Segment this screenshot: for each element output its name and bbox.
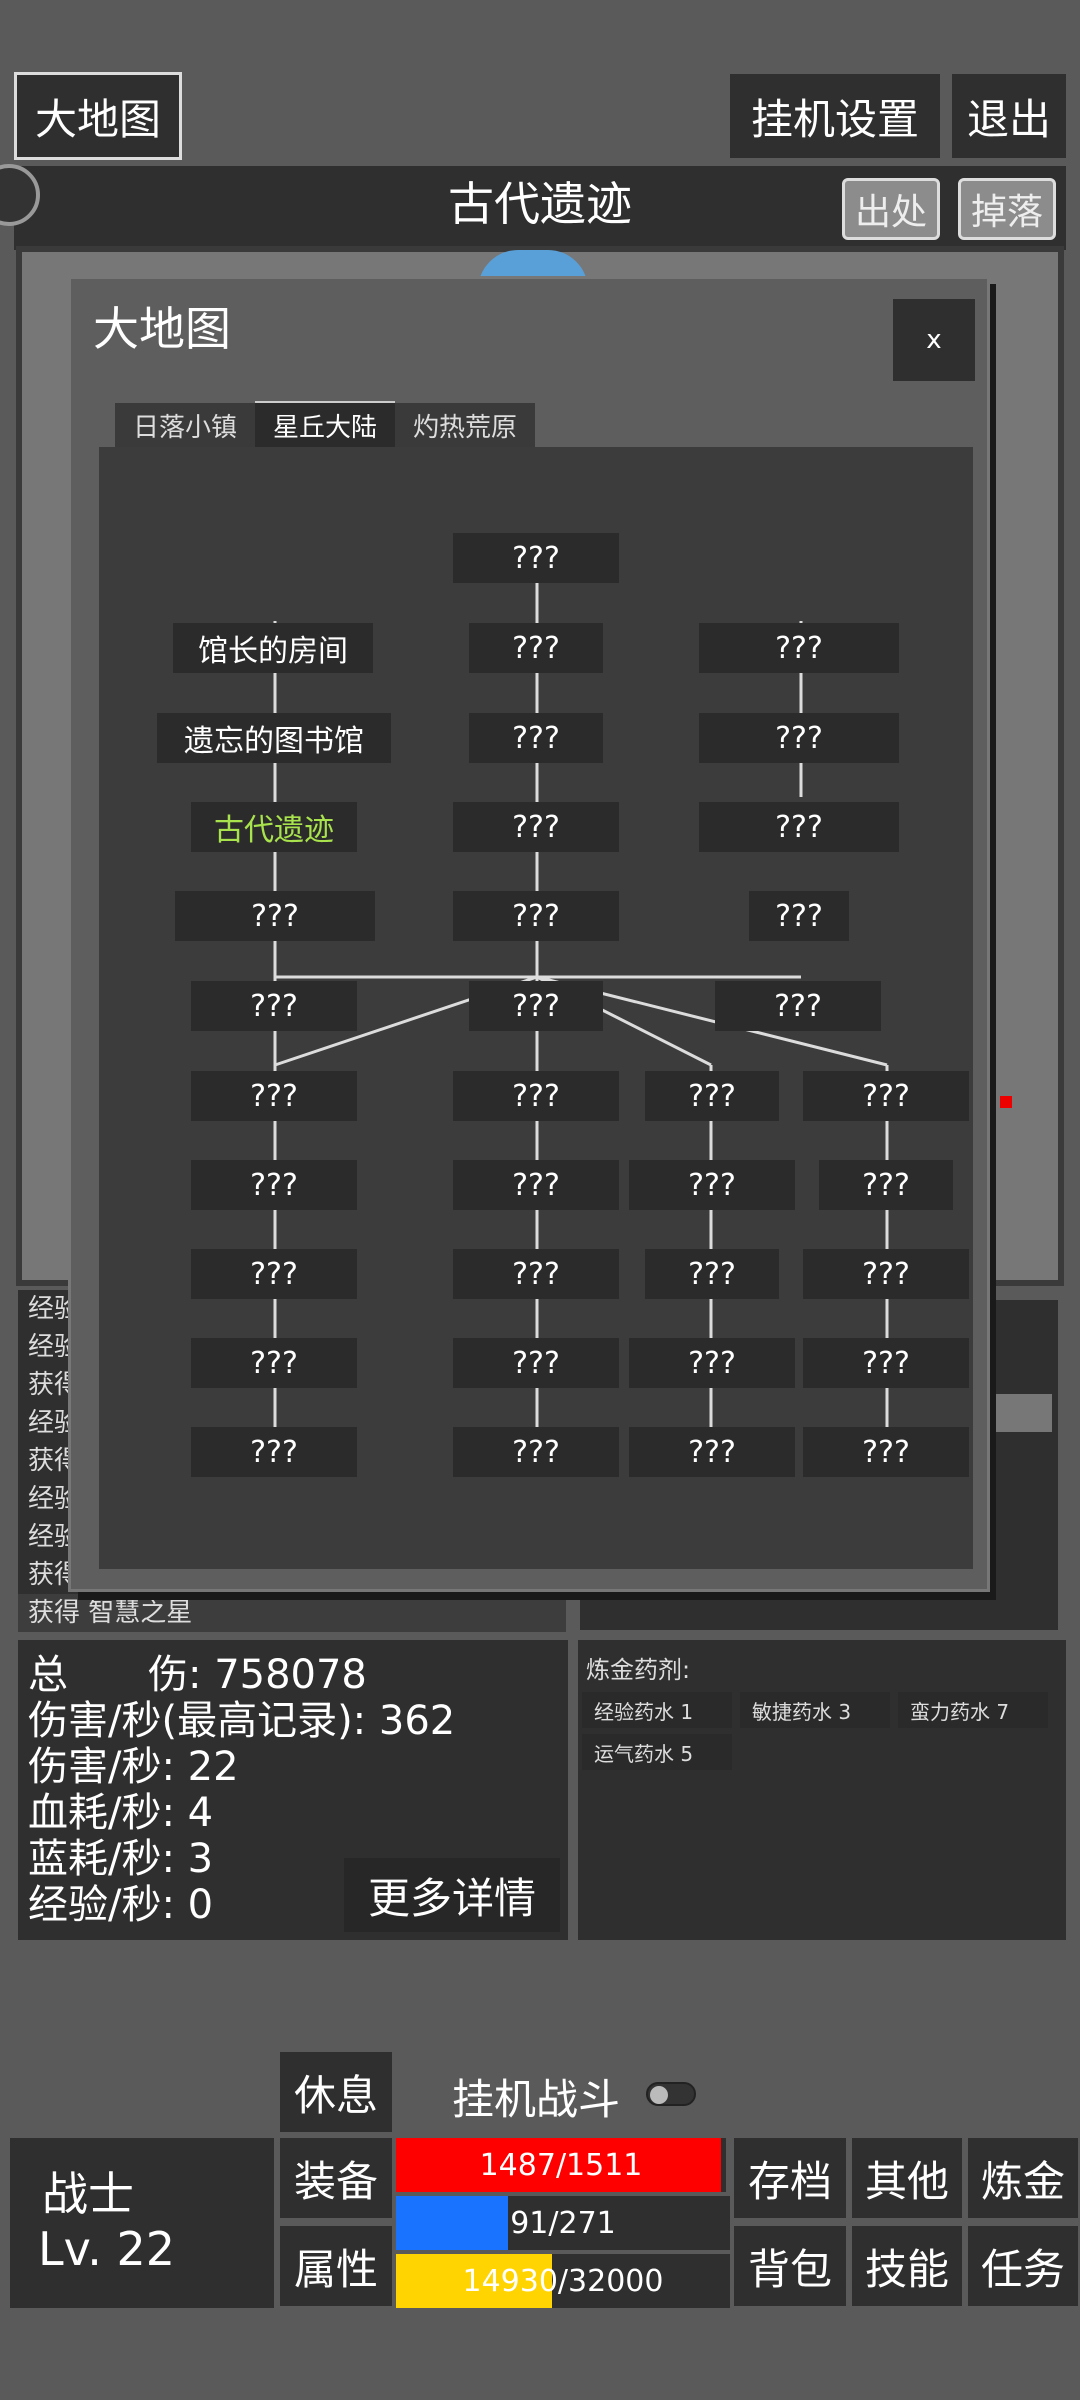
map-node-unknown[interactable]: ???	[453, 1160, 619, 1210]
drops-button[interactable]: 掉落	[958, 178, 1056, 240]
map-node-unknown[interactable]: ???	[175, 891, 375, 941]
map-node-ancient-ruins-current[interactable]: 古代遗迹	[191, 802, 357, 852]
hp-marker	[1000, 1096, 1012, 1108]
side-panel-bar	[990, 1394, 1052, 1432]
potion-luck[interactable]: 运气药水 5	[582, 1734, 732, 1770]
map-node-unknown[interactable]: ???	[645, 1071, 779, 1121]
map-dialog: 大地图 x 日落小镇 星丘大陆 灼热荒原 ??? 馆长的房间 ??? ??? 遗…	[68, 276, 990, 1592]
hp-bar: 1487/1511	[396, 2138, 726, 2192]
rest-button[interactable]: 休息	[280, 2052, 392, 2132]
map-node-hub[interactable]: ???	[469, 981, 603, 1031]
map-node-unknown[interactable]: ???	[803, 1071, 969, 1121]
character-level: Lv. 22	[38, 2222, 176, 2276]
afk-settings-button[interactable]: 挂机设置	[730, 74, 940, 158]
tab-scorching-wasteland[interactable]: 灼热荒原	[395, 403, 535, 447]
map-node-unknown[interactable]: ???	[469, 713, 603, 763]
quests-button[interactable]: 任务	[968, 2226, 1078, 2306]
alchemy-title: 炼金药剂:	[586, 1656, 691, 1684]
map-node-unknown[interactable]: ???	[629, 1160, 795, 1210]
map-node-unknown[interactable]: ???	[453, 1427, 619, 1477]
close-icon[interactable]: x	[893, 299, 975, 381]
save-button[interactable]: 存档	[734, 2138, 846, 2218]
potion-agility[interactable]: 敏捷药水 3	[740, 1692, 890, 1728]
exp-bar: 14930/32000	[396, 2254, 730, 2308]
map-node-unknown[interactable]: ???	[699, 713, 899, 763]
equipment-button[interactable]: 装备	[280, 2138, 392, 2218]
map-node-unknown[interactable]: ???	[629, 1338, 795, 1388]
skills-button[interactable]: 技能	[852, 2226, 962, 2306]
toggle-knob	[650, 2086, 668, 2104]
map-node-unknown[interactable]: ???	[749, 891, 849, 941]
map-node-unknown[interactable]: ???	[453, 1338, 619, 1388]
map-node-unknown[interactable]: ???	[469, 623, 603, 673]
map-node-unknown[interactable]: ???	[715, 981, 881, 1031]
map-node-unknown[interactable]: ???	[803, 1427, 969, 1477]
exp-bar-text: 14930/32000	[462, 2263, 664, 2299]
map-canvas: ??? 馆长的房间 ??? ??? 遗忘的图书馆 ??? ??? 古代遗迹 ??…	[99, 447, 973, 1569]
world-map-button[interactable]: 大地图	[14, 72, 182, 160]
map-node-unknown[interactable]: ???	[191, 1427, 357, 1477]
map-node-curators-room[interactable]: 馆长的房间	[173, 623, 373, 673]
map-node-unknown[interactable]: ???	[803, 1338, 969, 1388]
more-details-button[interactable]: 更多详情	[344, 1858, 560, 1932]
tab-star-hill-continent[interactable]: 星丘大陆	[255, 401, 395, 447]
map-node-unknown[interactable]: ???	[191, 1071, 357, 1121]
potion-exp[interactable]: 经验药水 1	[582, 1692, 732, 1728]
map-node-unknown[interactable]: ???	[645, 1249, 779, 1299]
hp-bar-text: 1487/1511	[479, 2147, 643, 2183]
alchemy-panel	[578, 1640, 1066, 1940]
map-node-unknown[interactable]: ???	[453, 1249, 619, 1299]
location-title: 古代遗迹	[448, 177, 632, 231]
afk-battle-label: 挂机战斗	[452, 2075, 621, 2124]
source-button[interactable]: 出处	[842, 178, 940, 240]
map-node-unknown[interactable]: ???	[699, 802, 899, 852]
map-node-unknown[interactable]: ???	[803, 1249, 969, 1299]
afk-battle-toggle[interactable]	[646, 2082, 696, 2106]
map-node-unknown[interactable]: ???	[191, 1249, 357, 1299]
attributes-button[interactable]: 属性	[280, 2226, 392, 2306]
map-dialog-title: 大地图	[93, 302, 231, 356]
map-node-unknown[interactable]: ???	[453, 891, 619, 941]
map-node-unknown[interactable]: ???	[453, 533, 619, 583]
map-node-unknown[interactable]: ???	[191, 1160, 357, 1210]
map-node-unknown[interactable]: ???	[191, 981, 357, 1031]
alchemy-button[interactable]: 炼金	[968, 2138, 1078, 2218]
map-node-unknown[interactable]: ???	[819, 1160, 953, 1210]
map-node-forgotten-library[interactable]: 遗忘的图书馆	[157, 713, 391, 763]
map-node-unknown[interactable]: ???	[453, 1071, 619, 1121]
map-node-unknown[interactable]: ???	[191, 1338, 357, 1388]
character-class: 战士	[42, 2167, 134, 2221]
bag-button[interactable]: 背包	[734, 2226, 846, 2306]
other-button[interactable]: 其他	[852, 2138, 962, 2218]
mp-bar-text: 91/271	[510, 2205, 616, 2241]
mp-bar: 91/271	[396, 2196, 730, 2250]
map-node-unknown[interactable]: ???	[629, 1427, 795, 1477]
map-node-unknown[interactable]: ???	[453, 802, 619, 852]
stat-exp-rate: 经验/秒: 0	[28, 1882, 214, 1928]
potion-strength[interactable]: 蛮力药水 7	[898, 1692, 1048, 1728]
map-node-unknown[interactable]: ???	[699, 623, 899, 673]
tab-sunset-town[interactable]: 日落小镇	[115, 403, 255, 447]
exit-button[interactable]: 退出	[952, 74, 1066, 158]
